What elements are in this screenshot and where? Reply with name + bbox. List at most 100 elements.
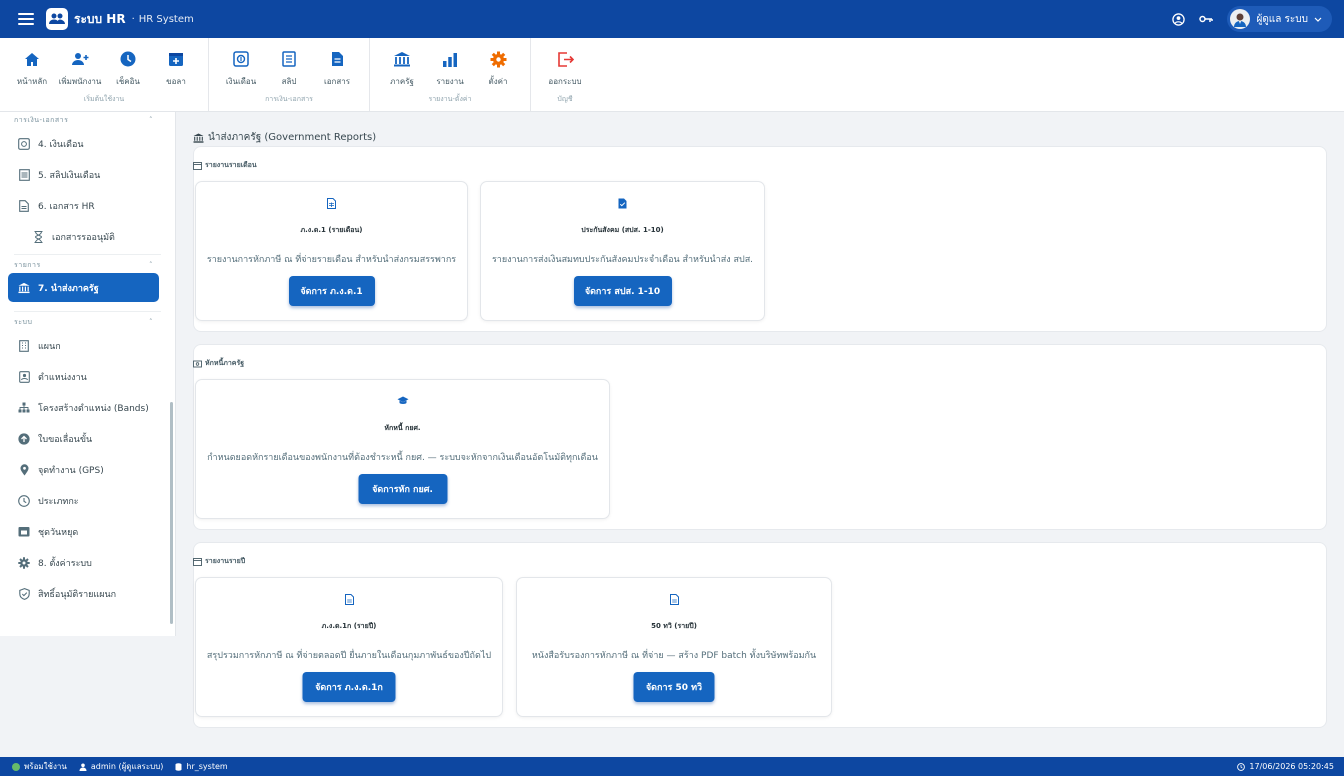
- checkin-button[interactable]: เช็คอิน: [104, 38, 152, 92]
- government-icon: [393, 50, 411, 68]
- sidebar-item-gps[interactable]: จุดทำงาน (GPS): [0, 454, 175, 485]
- card-pnd1a-yearly: ภ.ง.ด.1ก (รายปี) สรุปรวมการหักภาษี ณ ที่…: [195, 577, 503, 717]
- sidebar-item-label: สิทธิ์อนุมัติรายแผนก: [38, 589, 117, 600]
- documents-button[interactable]: เอกสาร: [313, 38, 361, 92]
- manage-pnd1-button[interactable]: จัดการ ภ.ง.ด.1: [288, 276, 375, 306]
- status-user-text: admin (ผู้ดูแลระบบ): [90, 762, 164, 771]
- sidebar-item-departments[interactable]: แผนก: [0, 330, 175, 361]
- money-icon: [193, 360, 202, 367]
- sidebar-item-pending-docs[interactable]: เอกสารรออนุมัติ: [0, 221, 175, 252]
- sidebar-item-dept-approval[interactable]: สิทธิ์อนุมัติรายแผนก: [0, 578, 175, 609]
- manage-pnd1a-button[interactable]: จัดการ ภ.ง.ด.1ก: [302, 672, 396, 702]
- government-icon: [193, 133, 204, 143]
- section-label-text: หักหนี้ภาครัฐ: [205, 359, 245, 367]
- app-separator: ·: [131, 13, 135, 25]
- home-button[interactable]: หน้าหลัก: [8, 38, 56, 92]
- chevron-up-icon: ˄: [149, 318, 153, 326]
- section-label-debt: หักหนี้ภาครัฐ: [193, 358, 244, 369]
- page-title: นำส่งภาครัฐ (Government Reports): [193, 130, 376, 145]
- logout-button[interactable]: ออกระบบ: [545, 38, 585, 92]
- manage-50-tawi-button[interactable]: จัดการ 50 ทวิ: [633, 672, 715, 702]
- sidebar-scrollbar[interactable]: [170, 402, 173, 624]
- building-icon: [18, 339, 30, 352]
- logout-label: ออกระบบ: [548, 77, 582, 86]
- card-title: ประกันสังคม (สปส. 1-10): [581, 226, 664, 234]
- manage-student-loan-button[interactable]: จัดการหัก กยศ.: [358, 474, 447, 504]
- status-user: admin (ผู้ดูแลระบบ): [79, 760, 164, 773]
- card-description: รายงานการหักภาษี ณ ที่จ่ายรายเดือน สำหรั…: [206, 255, 457, 265]
- avatar: [1230, 9, 1251, 29]
- sidebar-item-label: จุดทำงาน (GPS): [38, 465, 104, 476]
- documents-label: เอกสาร: [323, 77, 351, 86]
- add-user-icon: [71, 50, 89, 68]
- sidebar-item-shift-types[interactable]: ประเภทกะ: [0, 485, 175, 516]
- gear-icon: [18, 556, 30, 569]
- slip-button[interactable]: สลิป: [265, 38, 313, 92]
- government-label: ภาครัฐ: [390, 77, 414, 86]
- home-button-label: หน้าหลัก: [16, 77, 48, 86]
- card-description: หนังสือรับรองการหักภาษี ณ ที่จ่าย — สร้า…: [531, 651, 817, 661]
- salary-label: เงินเดือน: [225, 77, 257, 86]
- sidebar-item-hr-docs[interactable]: 6. เอกสาร HR: [0, 190, 175, 221]
- section-label-yearly: รายงานรายปี: [193, 556, 245, 567]
- sidebar-item-promotion[interactable]: ใบขอเลื่อนขั้น: [0, 423, 175, 454]
- clock-icon: [18, 494, 30, 507]
- government-button[interactable]: ภาครัฐ: [378, 38, 426, 92]
- account-circle-icon[interactable]: [1171, 12, 1185, 26]
- menu-icon[interactable]: [18, 13, 34, 25]
- sidebar-item-label: 8. ตั้งค่าระบบ: [38, 558, 92, 569]
- leave-request-label: ขอลา: [166, 77, 186, 86]
- sidebar-item-bands[interactable]: โครงสร้างตำแหน่ง (Bands): [0, 392, 175, 423]
- badge-icon: [18, 370, 30, 383]
- add-employee-button[interactable]: เพิ่มพนักงาน: [56, 38, 104, 92]
- sidebar-section-finance[interactable]: การเงิน-เอกสาร ˄: [0, 112, 175, 128]
- settings-button[interactable]: ตั้งค่า: [474, 38, 522, 92]
- sidebar-section-reports[interactable]: รายการ ˄: [0, 257, 175, 273]
- add-employee-label: เพิ่มพนักงาน: [58, 77, 102, 86]
- document-icon: [517, 594, 831, 605]
- calendar-icon: [193, 161, 202, 170]
- hierarchy-icon: [18, 402, 30, 414]
- user-icon: [79, 763, 87, 771]
- ribbon-group-account: ออกระบบ บัญชี: [531, 38, 593, 111]
- manage-sso-button[interactable]: จัดการ สปส. 1-10: [573, 276, 672, 306]
- sidebar-item-label: ชุดวันหยุด: [38, 527, 79, 538]
- sidebar-item-label: ใบขอเลื่อนขั้น: [38, 434, 93, 445]
- reports-button[interactable]: รายงาน: [426, 38, 474, 92]
- shield-icon: [18, 587, 30, 600]
- card-description: สรุปรวมการหักภาษี ณ ที่จ่ายตลอดปี ยื่นภา…: [206, 651, 492, 661]
- sidebar-item-slip[interactable]: 5. สลิปเงินเดือน: [0, 159, 175, 190]
- salary-icon: [232, 50, 250, 68]
- leave-request-button[interactable]: ขอลา: [152, 38, 200, 92]
- card-title: ภ.ง.ด.1 (รายเดือน): [300, 226, 363, 234]
- sidebar-section-label: การเงิน-เอกสาร: [14, 115, 69, 124]
- sidebar-item-salary[interactable]: 4. เงินเดือน: [0, 128, 175, 159]
- sidebar-section-system[interactable]: ระบบ ˄: [0, 314, 175, 330]
- user-menu[interactable]: ผู้ดูแล ระบบ: [1227, 6, 1332, 32]
- sidebar-section-label: ระบบ: [14, 317, 33, 326]
- sidebar-item-label: เอกสารรออนุมัติ: [52, 232, 115, 243]
- sidebar-item-positions[interactable]: ตำแหน่งงาน: [0, 361, 175, 392]
- sidebar-item-government[interactable]: 7. นำส่งภาครัฐ: [8, 273, 159, 302]
- salary-button[interactable]: เงินเดือน: [217, 38, 265, 92]
- page-title-text: นำส่งภาครัฐ (Government Reports): [208, 132, 377, 143]
- sidebar-item-label: แผนก: [38, 341, 61, 352]
- chevron-down-icon: [1314, 17, 1322, 22]
- ribbon-group-start: หน้าหลัก เพิ่มพนักงาน เช็คอิน ขอลา เริ่ม…: [0, 38, 209, 111]
- card-title: หักหนี้ กยศ.: [384, 424, 421, 432]
- hourglass-icon: [32, 230, 44, 243]
- government-icon: [18, 282, 30, 294]
- document-check-icon: [481, 198, 764, 209]
- chevron-up-icon: ˄: [149, 261, 153, 269]
- card-50-tawi: 50 ทวิ (รายปี) หนังสือรับรองการหักภาษี ณ…: [516, 577, 832, 717]
- status-database: hr_system: [175, 762, 228, 771]
- sidebar-item-label: 7. นำส่งภาครัฐ: [38, 283, 99, 294]
- chevron-up-icon: ˄: [149, 116, 153, 124]
- sidebar-item-system-settings[interactable]: 8. ตั้งค่าระบบ: [0, 547, 175, 578]
- clock-icon: [119, 50, 137, 68]
- key-icon[interactable]: [1199, 12, 1214, 26]
- sidebar-item-holidays[interactable]: ชุดวันหยุด: [0, 516, 175, 547]
- document-icon: [328, 50, 346, 68]
- ribbon-group-reports: ภาครัฐ รายงาน ตั้งค่า รายงาน-ตั้งค่า: [370, 38, 531, 111]
- ribbon-group-label: บัญชี: [557, 95, 573, 103]
